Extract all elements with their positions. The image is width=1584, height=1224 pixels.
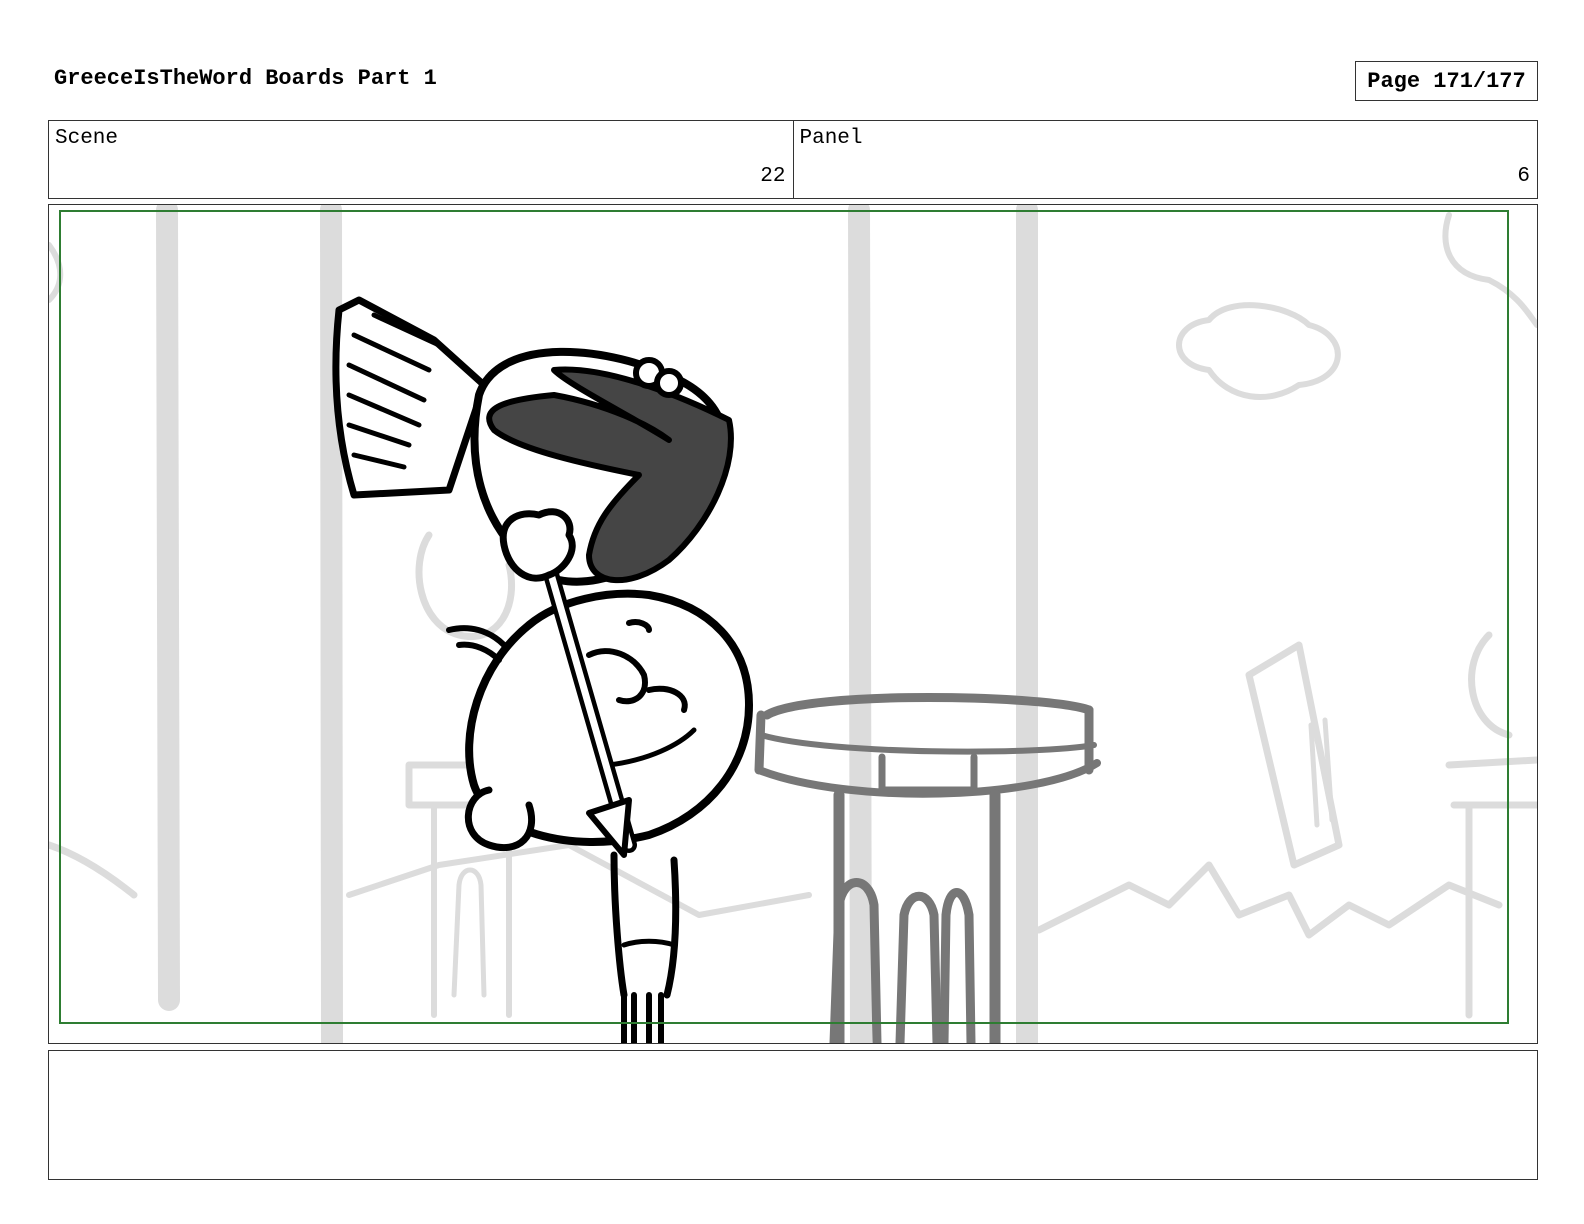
bg-cloud xyxy=(49,242,64,303)
bg-cloud xyxy=(1176,302,1341,400)
document-title: GreeceIsTheWord Boards Part 1 xyxy=(54,66,437,91)
bg-mountain-line xyxy=(346,842,812,918)
pedestal-sketch xyxy=(754,693,1101,1043)
character-hand xyxy=(499,508,576,582)
bg-column-line xyxy=(320,205,343,1043)
bg-column-line xyxy=(156,205,180,1011)
scene-panel-info-row: Scene 22 Panel 6 xyxy=(48,120,1538,199)
storyboard-drawing xyxy=(49,205,1537,1043)
bg-cloud xyxy=(1442,212,1537,328)
panel-label: Panel xyxy=(799,127,863,150)
character-sketch xyxy=(332,296,753,1043)
panel-cell: Panel 6 xyxy=(792,121,1538,198)
background-sketch xyxy=(49,205,1537,1043)
panel-number: 6 xyxy=(1517,165,1530,188)
scene-label: Scene xyxy=(55,127,119,150)
page-number: Page 171/177 xyxy=(1367,68,1526,94)
bg-statue xyxy=(415,531,516,640)
bg-mountain-line xyxy=(49,841,138,899)
storyboard-panel xyxy=(48,204,1538,1044)
page-number-box: Page 171/177 xyxy=(1355,61,1538,101)
scene-cell: Scene 22 xyxy=(49,121,793,198)
scene-number: 22 xyxy=(760,165,786,188)
bg-mountain-line xyxy=(1035,861,1503,939)
panel-notes-box xyxy=(48,1050,1538,1180)
bg-column-line xyxy=(848,205,872,1043)
